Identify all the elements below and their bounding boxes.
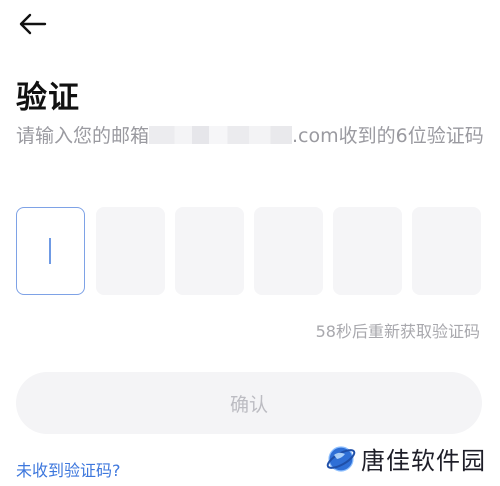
globe-logo-icon — [326, 445, 356, 472]
back-button[interactable] — [14, 6, 50, 42]
code-digit-3[interactable] — [175, 207, 244, 295]
arrow-left-icon — [19, 13, 47, 35]
verification-page: 验证 请输入您的邮箱 .com收到的6位验证码 58秒后重新获取验证码 确认 未收… — [0, 0, 500, 486]
masked-email — [149, 126, 293, 144]
confirm-button[interactable]: 确认 — [16, 372, 482, 434]
instruction-prefix: 请输入您的邮箱 — [16, 125, 150, 147]
watermark-text: 唐佳软件园 — [361, 447, 486, 475]
code-digit-2[interactable] — [96, 207, 165, 295]
text-caret — [49, 238, 51, 264]
code-digit-5[interactable] — [333, 207, 402, 295]
instruction-suffix: .com收到的6位验证码 — [292, 125, 484, 147]
watermark: 唐佳软件园 — [325, 441, 486, 476]
no-code-received-link[interactable]: 未收到验证码? — [16, 457, 121, 481]
code-digit-4[interactable] — [254, 207, 323, 295]
instruction-text: 请输入您的邮箱 .com收到的6位验证码 — [16, 120, 484, 152]
resend-countdown: 58秒后重新获取验证码 — [315, 322, 480, 341]
code-digit-6[interactable] — [412, 207, 481, 295]
code-input-row — [16, 207, 482, 295]
page-title: 验证 — [16, 80, 80, 116]
